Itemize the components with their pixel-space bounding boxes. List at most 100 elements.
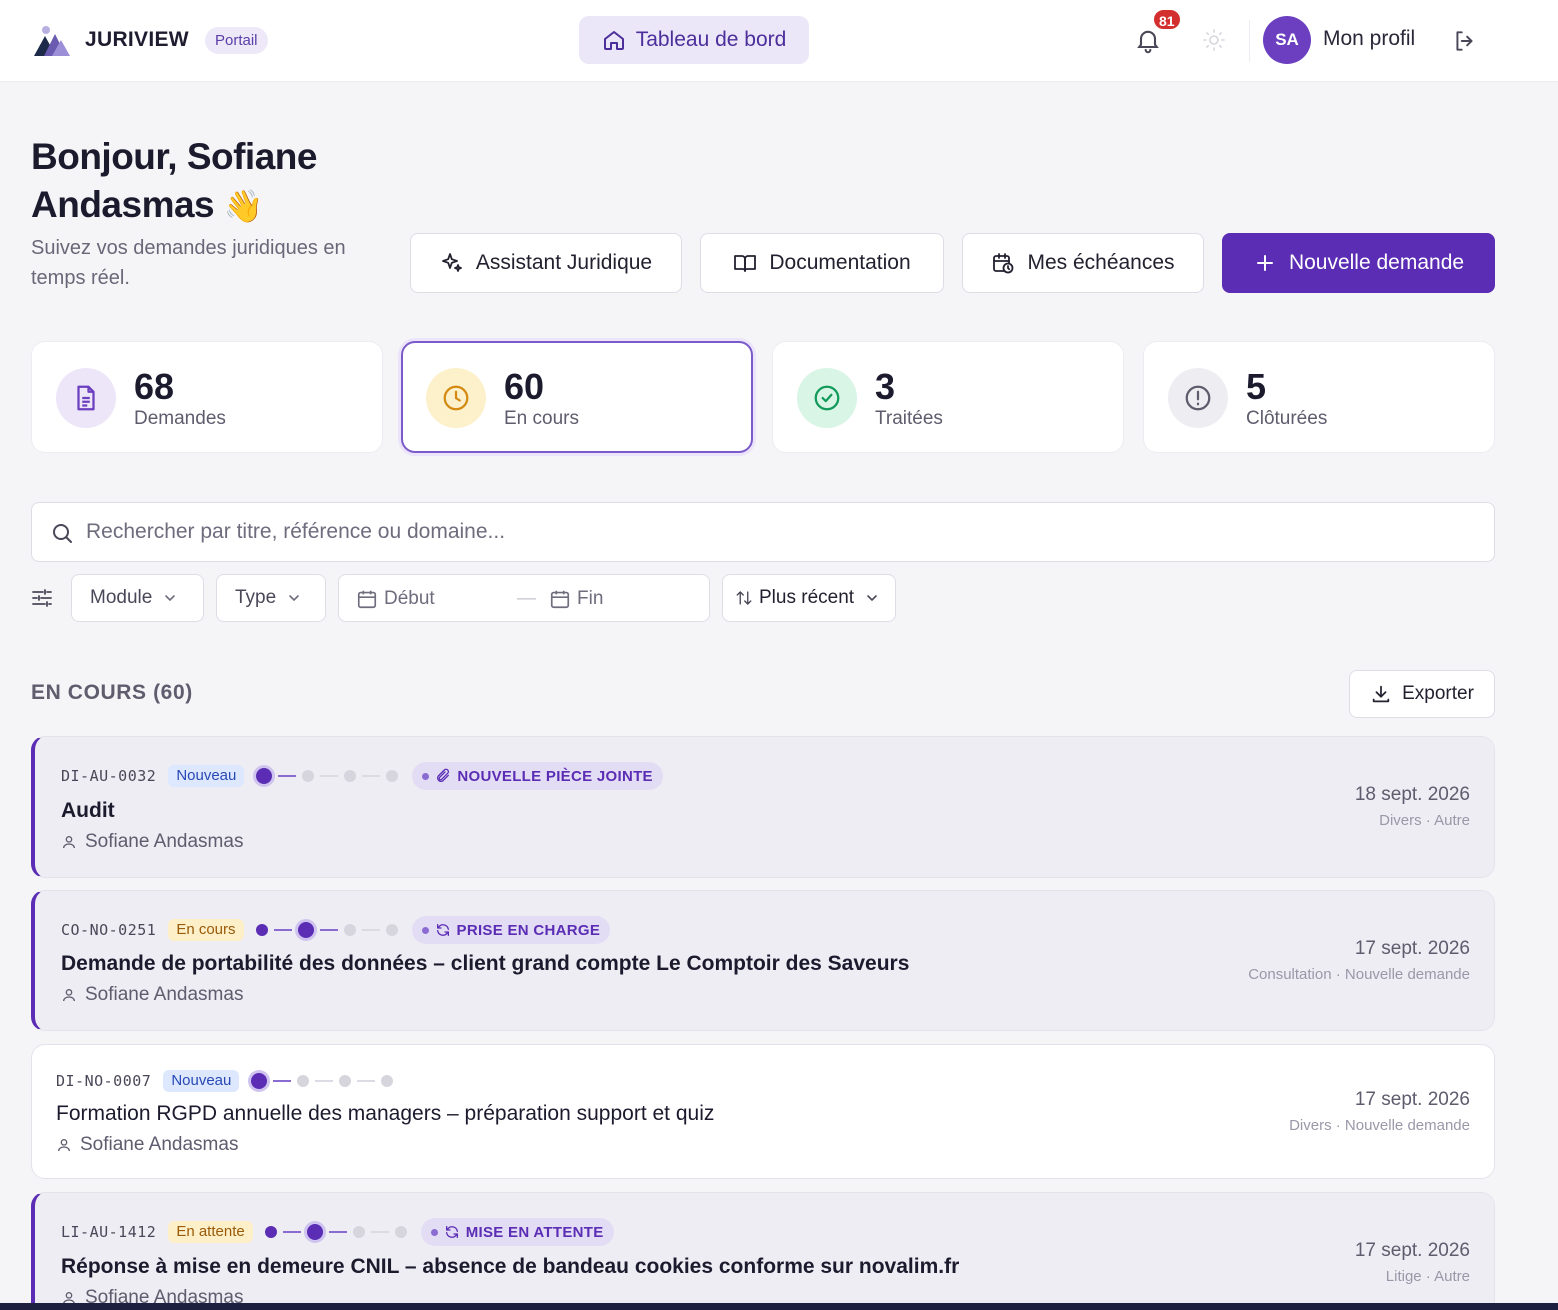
sliders-icon[interactable] xyxy=(30,586,54,610)
type-filter[interactable]: Type xyxy=(216,574,326,622)
new-request-button[interactable]: Nouvelle demande xyxy=(1222,233,1495,293)
plus-icon xyxy=(1256,255,1273,271)
sort-dropdown[interactable]: Plus récent xyxy=(722,574,896,622)
request-card[interactable]: DI-AU-0032 Nouveau NOUVELLE PIÈCE JOINTE… xyxy=(31,736,1495,878)
request-date: 17 sept. 2026 xyxy=(1354,1089,1470,1110)
request-reference: DI-AU-0032 xyxy=(61,767,157,785)
chevron-down-icon xyxy=(289,595,300,602)
calendar-icon[interactable] xyxy=(356,588,378,610)
nav-dashboard-label: Tableau de bord xyxy=(635,28,787,51)
export-button[interactable]: Exporter xyxy=(1349,670,1495,718)
refresh-icon xyxy=(445,1226,458,1238)
request-category: Divers · Nouvelle demande xyxy=(1289,1117,1470,1134)
deadlines-button[interactable]: Mes échéances xyxy=(962,233,1204,293)
request-date: 17 sept. 2026 xyxy=(1354,938,1470,959)
request-reference: DI-NO-0007 xyxy=(56,1072,152,1090)
event-badge: NOUVELLE PIÈCE JOINTE xyxy=(412,762,663,790)
user-icon xyxy=(63,989,75,1002)
sort-label: Plus récent xyxy=(759,587,855,608)
stat-label: Traitées xyxy=(875,408,943,429)
event-label: MISE EN ATTENTE xyxy=(465,1223,604,1241)
avatar[interactable]: SA xyxy=(1263,16,1311,64)
stat-card-in-progress[interactable]: 60 En cours xyxy=(401,341,753,453)
request-title: Audit xyxy=(61,799,115,822)
stat-label: Clôturées xyxy=(1246,408,1328,429)
request-owner: Sofiane Andasmas xyxy=(56,1134,238,1156)
status-badge: En attente xyxy=(168,1221,253,1243)
request-category: Litige · Autre xyxy=(1385,1268,1470,1285)
status-badge: En cours xyxy=(168,919,244,941)
new-request-label: Nouvelle demande xyxy=(1288,251,1465,274)
greeting-subtitle: Suivez vos demandes juridiques en temps … xyxy=(31,237,346,289)
stat-card-requests[interactable]: 68 Demandes xyxy=(31,341,383,453)
export-label: Exporter xyxy=(1402,683,1474,704)
event-badge: MISE EN ATTENTE xyxy=(420,1218,614,1246)
request-card[interactable]: CO-NO-0251 En cours PRISE EN CHARGE Dema… xyxy=(31,890,1495,1031)
home-icon xyxy=(603,31,624,50)
date-separator: — xyxy=(517,588,536,609)
event-label: NOUVELLE PIÈCE JOINTE xyxy=(457,767,653,785)
search-input[interactable] xyxy=(86,513,1476,551)
request-card[interactable]: DI-NO-0007 Nouveau Formation RGPD annuel… xyxy=(31,1044,1495,1179)
sun-icon[interactable] xyxy=(1202,28,1226,52)
legal-assistant-label: Assistant Juridique xyxy=(475,251,653,274)
stat-value: 60 xyxy=(504,366,545,407)
user-icon xyxy=(58,1139,70,1152)
request-category: Divers · Autre xyxy=(1379,812,1470,829)
stat-card-processed[interactable]: 3 Traitées xyxy=(772,341,1124,453)
request-owner-name: Sofiane Andasmas xyxy=(80,1134,239,1155)
status-badge: Nouveau xyxy=(163,1070,240,1092)
documentation-button[interactable]: Documentation xyxy=(700,233,944,293)
legal-assistant-button[interactable]: Assistant Juridique xyxy=(410,233,682,293)
search-bar xyxy=(31,502,1495,562)
clock-icon xyxy=(426,368,486,428)
alert-circle-icon xyxy=(1168,368,1228,428)
paperclip-icon xyxy=(437,768,450,782)
section-title: EN COURS (60) xyxy=(31,681,193,704)
logout-icon[interactable] xyxy=(1452,28,1478,54)
request-owner: Sofiane Andasmas xyxy=(61,831,243,853)
refresh-icon xyxy=(436,924,449,936)
event-badge: PRISE EN CHARGE xyxy=(411,916,611,944)
juriview-logo[interactable] xyxy=(32,22,72,58)
request-reference: LI-AU-1412 xyxy=(61,1223,157,1241)
stat-label: En cours xyxy=(504,408,579,429)
progress-steps xyxy=(251,1073,394,1089)
sparkles-icon xyxy=(441,253,462,272)
request-owner: Sofiane Andasmas xyxy=(61,984,243,1006)
start-date-input[interactable]: Début xyxy=(384,588,435,610)
request-category: Consultation · Nouvelle demande xyxy=(1248,966,1470,983)
progress-steps xyxy=(264,1224,407,1240)
request-title: Réponse à mise en demeure CNIL – absence… xyxy=(61,1255,960,1278)
type-filter-label: Type xyxy=(235,587,277,608)
bell-icon[interactable] xyxy=(1134,26,1162,54)
status-badge: Nouveau xyxy=(168,765,245,787)
request-owner-name: Sofiane Andasmas xyxy=(85,984,244,1005)
module-filter-label: Module xyxy=(90,587,153,608)
request-card[interactable]: LI-AU-1412 En attente MISE EN ATTENTE Ré… xyxy=(31,1192,1495,1310)
top-bar: JURIVIEW Portail Tableau de bord 81 SA M… xyxy=(0,0,1558,82)
portal-badge: Portail xyxy=(205,27,268,54)
progress-steps xyxy=(256,768,399,784)
request-date: 17 sept. 2026 xyxy=(1354,1240,1470,1261)
taskbar-edge xyxy=(0,1303,1558,1310)
profile-link[interactable]: Mon profil xyxy=(1323,27,1415,51)
stat-value: 5 xyxy=(1246,366,1267,407)
check-circle-icon xyxy=(797,368,857,428)
end-date-input[interactable]: Fin xyxy=(577,588,603,610)
stat-value: 3 xyxy=(875,366,896,407)
request-reference: CO-NO-0251 xyxy=(61,921,157,939)
search-icon xyxy=(53,524,72,543)
greeting-title: Bonjour, Sofiane Andasmas 👋 xyxy=(31,133,371,230)
greeting-line2: Andasmas xyxy=(31,184,215,225)
event-label: PRISE EN CHARGE xyxy=(456,921,601,939)
stat-card-closed[interactable]: 5 Clôturées xyxy=(1143,341,1495,453)
module-filter[interactable]: Module xyxy=(71,574,204,622)
chevron-down-icon xyxy=(165,595,176,602)
request-owner-name: Sofiane Andasmas xyxy=(85,831,244,852)
calendar-icon[interactable] xyxy=(549,588,571,610)
book-open-icon xyxy=(734,255,757,272)
wave-emoji: 👋 xyxy=(223,188,264,224)
user-icon xyxy=(63,836,75,849)
nav-dashboard-button[interactable]: Tableau de bord xyxy=(579,16,809,64)
